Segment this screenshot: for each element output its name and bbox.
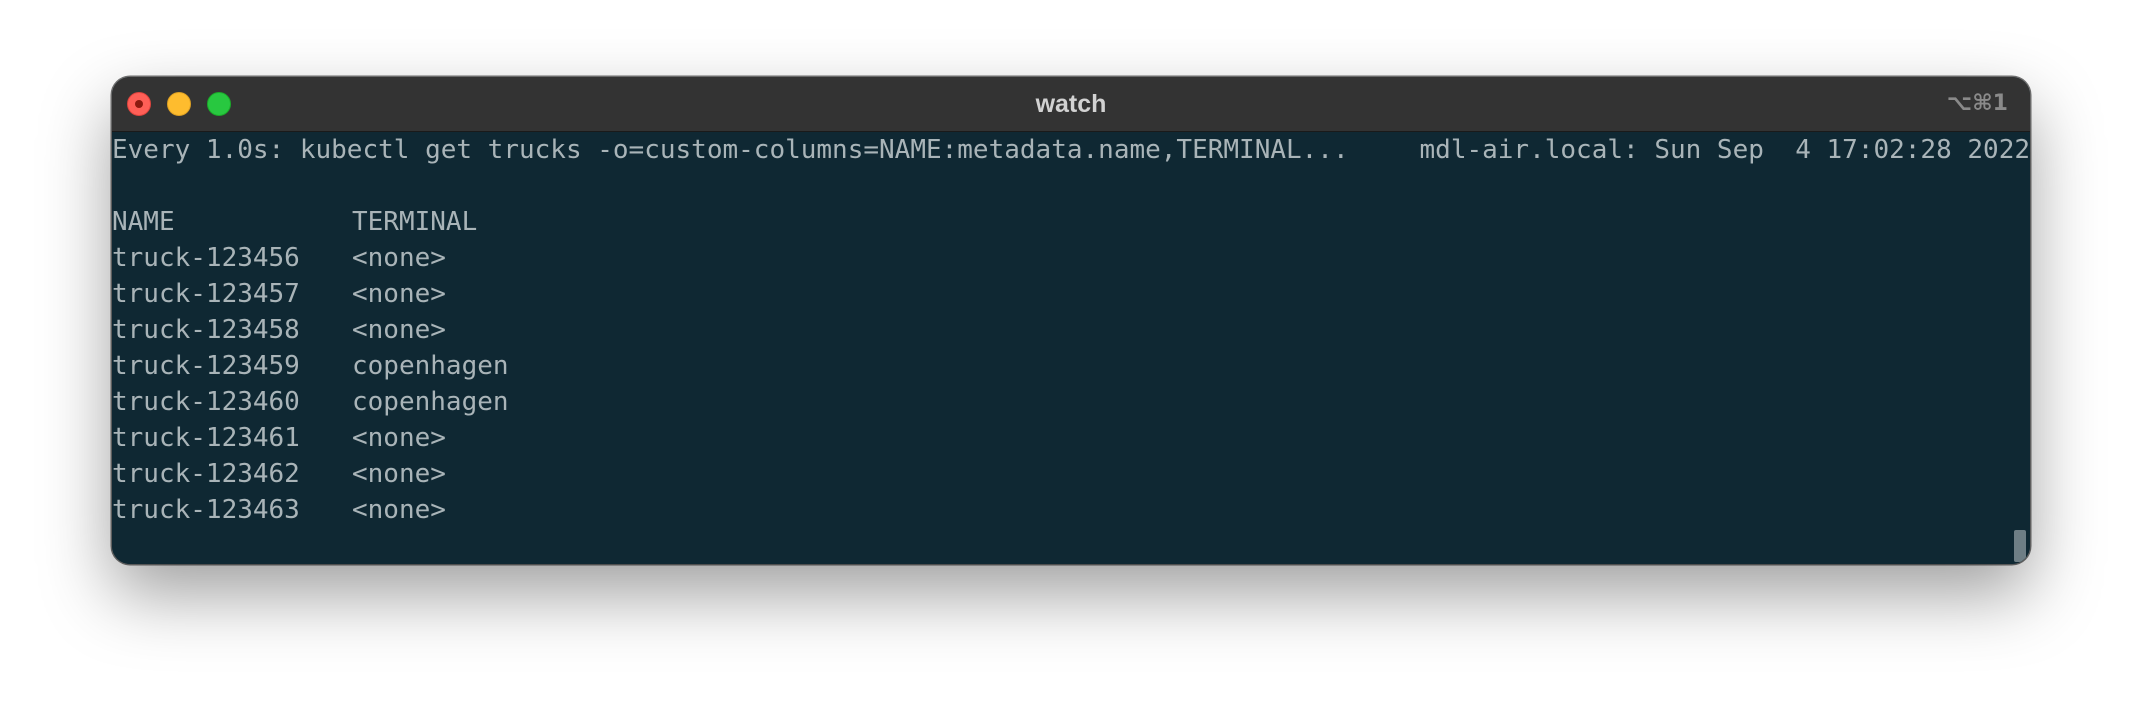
- watch-host-time: mdl-air.local: Sun Sep 4 17:02:28 2022: [1419, 135, 2030, 165]
- watch-header: Every 1.0s: kubectl get trucks -o=custom…: [112, 132, 2030, 168]
- table-row: truck-123460 copenhagen: [112, 384, 2030, 420]
- table-row: truck-123462 <none>: [112, 456, 2030, 492]
- row-terminal: <none>: [352, 495, 446, 525]
- title-bar[interactable]: watch ⌥⌘1: [112, 77, 2030, 132]
- row-name: truck-123462: [112, 459, 300, 489]
- row-terminal: <none>: [352, 243, 446, 273]
- scrollbar-thumb[interactable]: [2014, 530, 2026, 562]
- row-name: truck-123458: [112, 315, 300, 345]
- column-header-terminal: TERMINAL: [352, 207, 478, 237]
- row-name: truck-123463: [112, 495, 300, 525]
- table-row: truck-123459 copenhagen: [112, 348, 2030, 384]
- row-name: truck-123457: [112, 279, 300, 309]
- table-row: truck-123461 <none>: [112, 420, 2030, 456]
- watch-command: Every 1.0s: kubectl get trucks -o=custom…: [112, 135, 1349, 165]
- column-header-name: NAME: [112, 207, 175, 237]
- row-name: truck-123461: [112, 423, 300, 453]
- table-row: truck-123456 <none>: [112, 240, 2030, 276]
- terminal-content[interactable]: Every 1.0s: kubectl get trucks -o=custom…: [112, 132, 2030, 564]
- table-row: truck-123463 <none>: [112, 492, 2030, 528]
- table-header: NAME TERMINAL: [112, 204, 2030, 240]
- table-row: truck-123458 <none>: [112, 312, 2030, 348]
- row-terminal: copenhagen: [352, 351, 509, 381]
- table-row: truck-123457 <none>: [112, 276, 2030, 312]
- row-name: truck-123456: [112, 243, 300, 273]
- row-terminal: copenhagen: [352, 387, 509, 417]
- row-name: truck-123460: [112, 387, 300, 417]
- terminal-window: watch ⌥⌘1 Every 1.0s: kubectl get trucks…: [112, 77, 2030, 564]
- window-shortcut-label: ⌥⌘1: [1946, 91, 2008, 116]
- row-name: truck-123459: [112, 351, 300, 381]
- row-terminal: <none>: [352, 279, 446, 309]
- row-terminal: <none>: [352, 423, 446, 453]
- window-title: watch: [1035, 90, 1107, 118]
- row-terminal: <none>: [352, 315, 446, 345]
- row-terminal: <none>: [352, 459, 446, 489]
